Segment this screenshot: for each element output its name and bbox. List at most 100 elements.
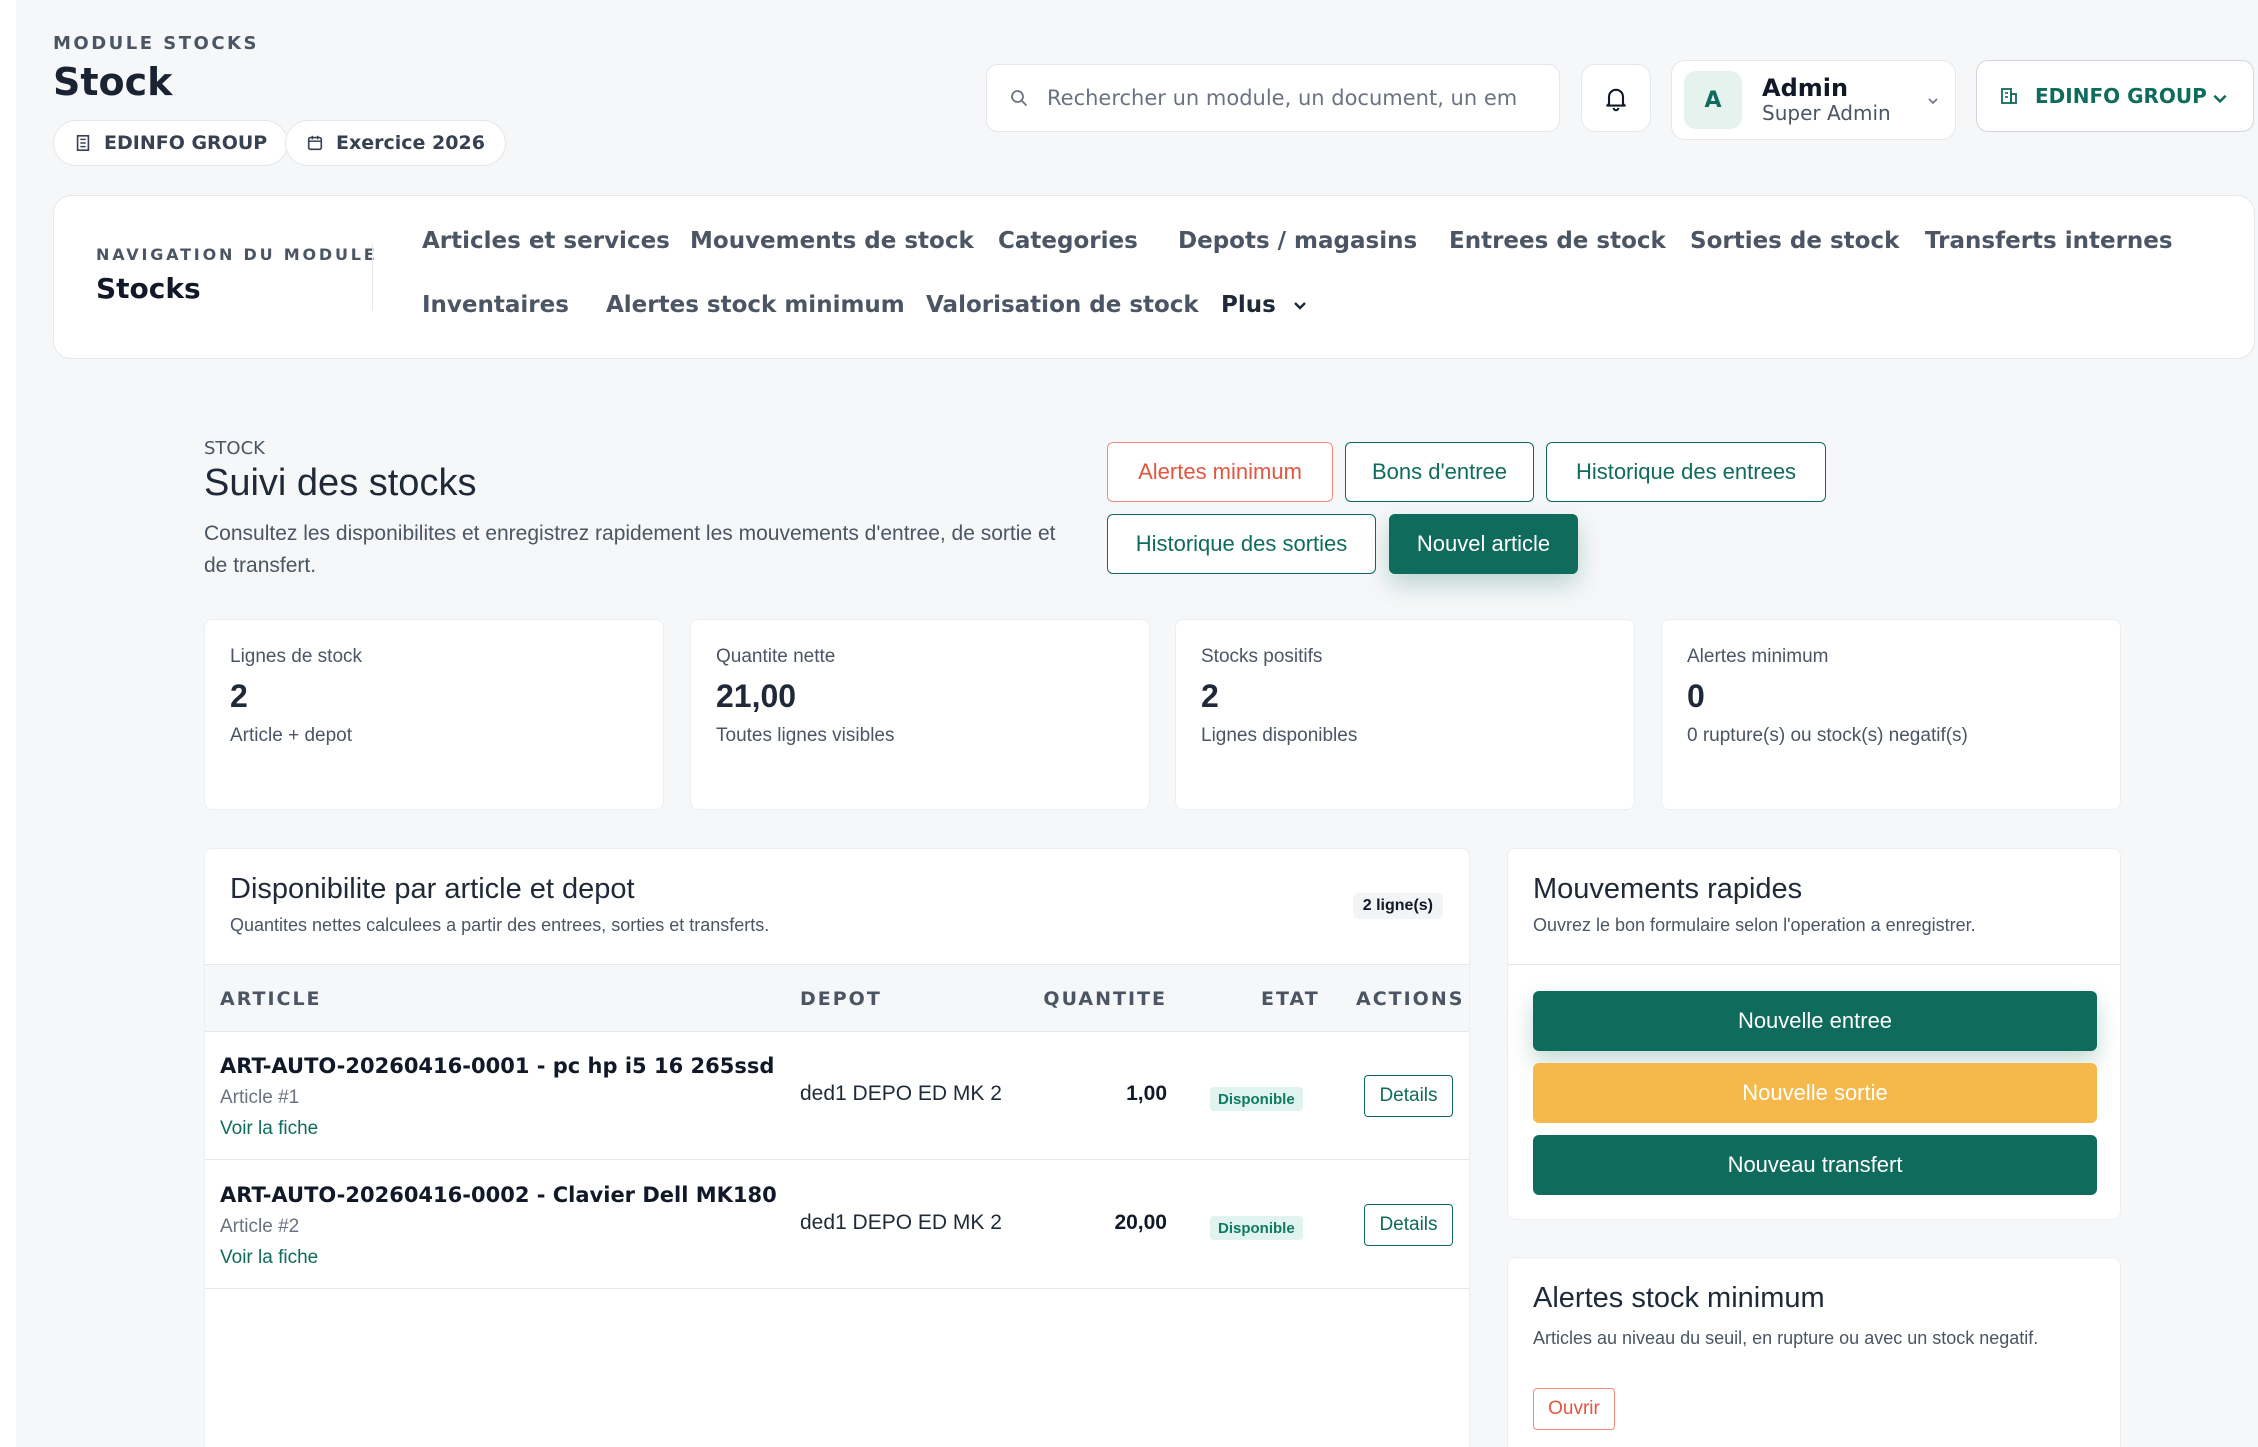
details-button[interactable]: Details	[1364, 1204, 1453, 1246]
panel-title: Disponibilite par article et depot	[230, 873, 635, 905]
new-entry-button[interactable]: Nouvelle entree	[1533, 991, 2097, 1051]
min-stock-alerts-panel: Alertes stock minimum Articles au niveau…	[1507, 1257, 2121, 1447]
new-exit-button[interactable]: Nouvelle sortie	[1533, 1063, 2097, 1123]
depot-name: ded1 DEPO ED MK 2	[800, 1082, 1002, 1105]
article-meta: Article #1	[220, 1087, 300, 1108]
panel-subtitle: Quantites nettes calculees a partir des …	[230, 915, 770, 935]
depot-name: ded1 DEPO ED MK 2	[800, 1211, 1002, 1234]
company-selector[interactable]: EDINFO GROUP	[1976, 60, 2254, 132]
kpi-card: Alertes minimum 0 0 rupture(s) ou stock(…	[1661, 619, 2121, 810]
nav-link-entries[interactable]: Entrees de stock	[1449, 228, 1666, 254]
table-row: ART-AUTO-20260416-0001 - pc hp i5 16 265…	[205, 1032, 1469, 1160]
column-header-quantity: QUANTITE	[1043, 988, 1167, 1010]
receipts-button[interactable]: Bons d'entree	[1345, 442, 1534, 502]
user-menu[interactable]: A Admin Super Admin	[1671, 60, 1956, 140]
module-kicker: MODULE STOCKS	[53, 33, 259, 54]
nav-kicker: NAVIGATION DU MODULE	[96, 245, 378, 264]
quantity-value: 20,00	[1114, 1211, 1167, 1234]
nav-link-articles[interactable]: Articles et services	[422, 228, 670, 254]
kpi-subtext: Article + depot	[230, 725, 352, 746]
nav-link-min-alerts[interactable]: Alertes stock minimum	[606, 292, 905, 318]
nav-link-valuation[interactable]: Valorisation de stock	[926, 292, 1199, 318]
kpi-value: 21,00	[716, 678, 797, 714]
view-article-link[interactable]: Voir la fiche	[220, 1247, 318, 1269]
table-row: ART-AUTO-20260416-0002 - Clavier Dell MK…	[205, 1161, 1469, 1289]
entries-history-button[interactable]: Historique des entrees	[1546, 442, 1826, 502]
kpi-label: Quantite nette	[716, 646, 836, 667]
kpi-subtext: 0 rupture(s) ou stock(s) negatif(s)	[1687, 725, 1968, 746]
kpi-card: Lignes de stock 2 Article + depot	[204, 619, 664, 810]
nav-link-exits[interactable]: Sorties de stock	[1690, 228, 1899, 254]
details-button[interactable]: Details	[1364, 1075, 1453, 1117]
nav-link-categories[interactable]: Categories	[998, 228, 1138, 254]
kpi-label: Stocks positifs	[1201, 646, 1323, 667]
kpi-card: Quantite nette 21,00 Toutes lignes visib…	[690, 619, 1150, 810]
column-header-article: ARTICLE	[220, 988, 322, 1010]
availability-panel: Disponibilite par article et depot Quant…	[204, 848, 1470, 1447]
kpi-subtext: Lignes disponibles	[1201, 725, 1358, 746]
nav-more-label: Plus	[1221, 292, 1276, 318]
module-navigation: NAVIGATION DU MODULE Stocks Articles et …	[53, 195, 2255, 359]
calendar-icon	[307, 135, 323, 151]
column-header-state: ETAT	[1261, 988, 1320, 1010]
quick-movements-panel: Mouvements rapides Ouvrez le bon formula…	[1507, 848, 2121, 1220]
fiscal-year-label: Exercice 2026	[336, 132, 485, 154]
building-icon	[76, 134, 90, 152]
quantity-value: 1,00	[1126, 1082, 1167, 1105]
search-icon	[1011, 90, 1027, 106]
column-header-depot: DEPOT	[800, 988, 882, 1010]
kpi-value: 2	[1201, 678, 1219, 714]
panel-title: Alertes stock minimum	[1533, 1282, 1825, 1314]
nav-link-transfers[interactable]: Transferts internes	[1925, 228, 2173, 254]
article-name: ART-AUTO-20260416-0001 - pc hp i5 16 265…	[220, 1054, 775, 1078]
fiscal-year-chip[interactable]: Exercice 2026	[285, 120, 506, 166]
nav-link-inventories[interactable]: Inventaires	[422, 292, 569, 318]
nav-title: Stocks	[96, 272, 201, 305]
column-header-actions: ACTIONS	[1356, 988, 1465, 1010]
panel-title: Mouvements rapides	[1533, 873, 1803, 905]
nav-more-menu[interactable]: Plus	[1221, 292, 1308, 318]
kpi-subtext: Toutes lignes visibles	[716, 725, 895, 746]
bell-icon	[1606, 88, 1626, 112]
article-name: ART-AUTO-20260416-0002 - Clavier Dell MK…	[220, 1183, 777, 1207]
user-role: Super Admin	[1762, 101, 1891, 125]
table-header: ARTICLE DEPOT QUANTITE ETAT ACTIONS	[205, 964, 1469, 1032]
panel-subtitle: Articles au niveau du seuil, en rupture …	[1533, 1328, 2039, 1348]
open-alerts-button[interactable]: Ouvrir	[1533, 1388, 1615, 1430]
company-selector-label: EDINFO GROUP	[2035, 84, 2207, 108]
kpi-value: 0	[1687, 678, 1705, 714]
nav-divider	[372, 244, 373, 310]
user-name: Admin	[1762, 74, 1849, 102]
nav-link-movements[interactable]: Mouvements de stock	[690, 228, 974, 254]
page: MODULE STOCKS Stock EDINFO GROUP Exercic…	[16, 0, 2258, 1447]
status-badge: Disponible	[1210, 1216, 1303, 1240]
content-description: Consultez les disponibilites et enregist…	[204, 522, 1056, 577]
notifications-button[interactable]	[1581, 64, 1651, 132]
nav-link-depots[interactable]: Depots / magasins	[1178, 228, 1417, 254]
new-transfer-button[interactable]: Nouveau transfert	[1533, 1135, 2097, 1195]
kpi-label: Alertes minimum	[1687, 646, 1829, 667]
chevron-down-icon	[1928, 98, 1938, 105]
breadcrumb: STOCK	[204, 438, 265, 459]
status-badge: Disponible	[1210, 1087, 1303, 1111]
kpi-label: Lignes de stock	[230, 646, 363, 667]
company-chip-label: EDINFO GROUP	[104, 132, 268, 154]
content-title: Suivi des stocks	[204, 462, 477, 504]
global-search[interactable]	[986, 64, 1560, 132]
company-chip[interactable]: EDINFO GROUP	[53, 120, 289, 166]
divider	[1508, 964, 2120, 965]
user-info: Admin Super Admin	[1762, 75, 1891, 125]
exits-history-button[interactable]: Historique des sorties	[1107, 514, 1376, 574]
top-header: MODULE STOCKS Stock EDINFO GROUP Exercic…	[16, 0, 2258, 190]
avatar: A	[1684, 71, 1742, 129]
building-icon	[2001, 88, 2017, 104]
panel-subtitle: Ouvrez le bon formulaire selon l'operati…	[1533, 915, 1976, 935]
row-count-badge: 2 ligne(s)	[1352, 893, 1443, 919]
new-article-button[interactable]: Nouvel article	[1389, 514, 1578, 574]
view-article-link[interactable]: Voir la fiche	[220, 1118, 318, 1140]
search-input[interactable]	[1047, 86, 1537, 110]
kpi-value: 2	[230, 678, 248, 714]
min-alerts-button[interactable]: Alertes minimum	[1107, 442, 1333, 502]
page-title: Stock	[53, 60, 173, 104]
chevron-down-icon	[2213, 94, 2227, 104]
